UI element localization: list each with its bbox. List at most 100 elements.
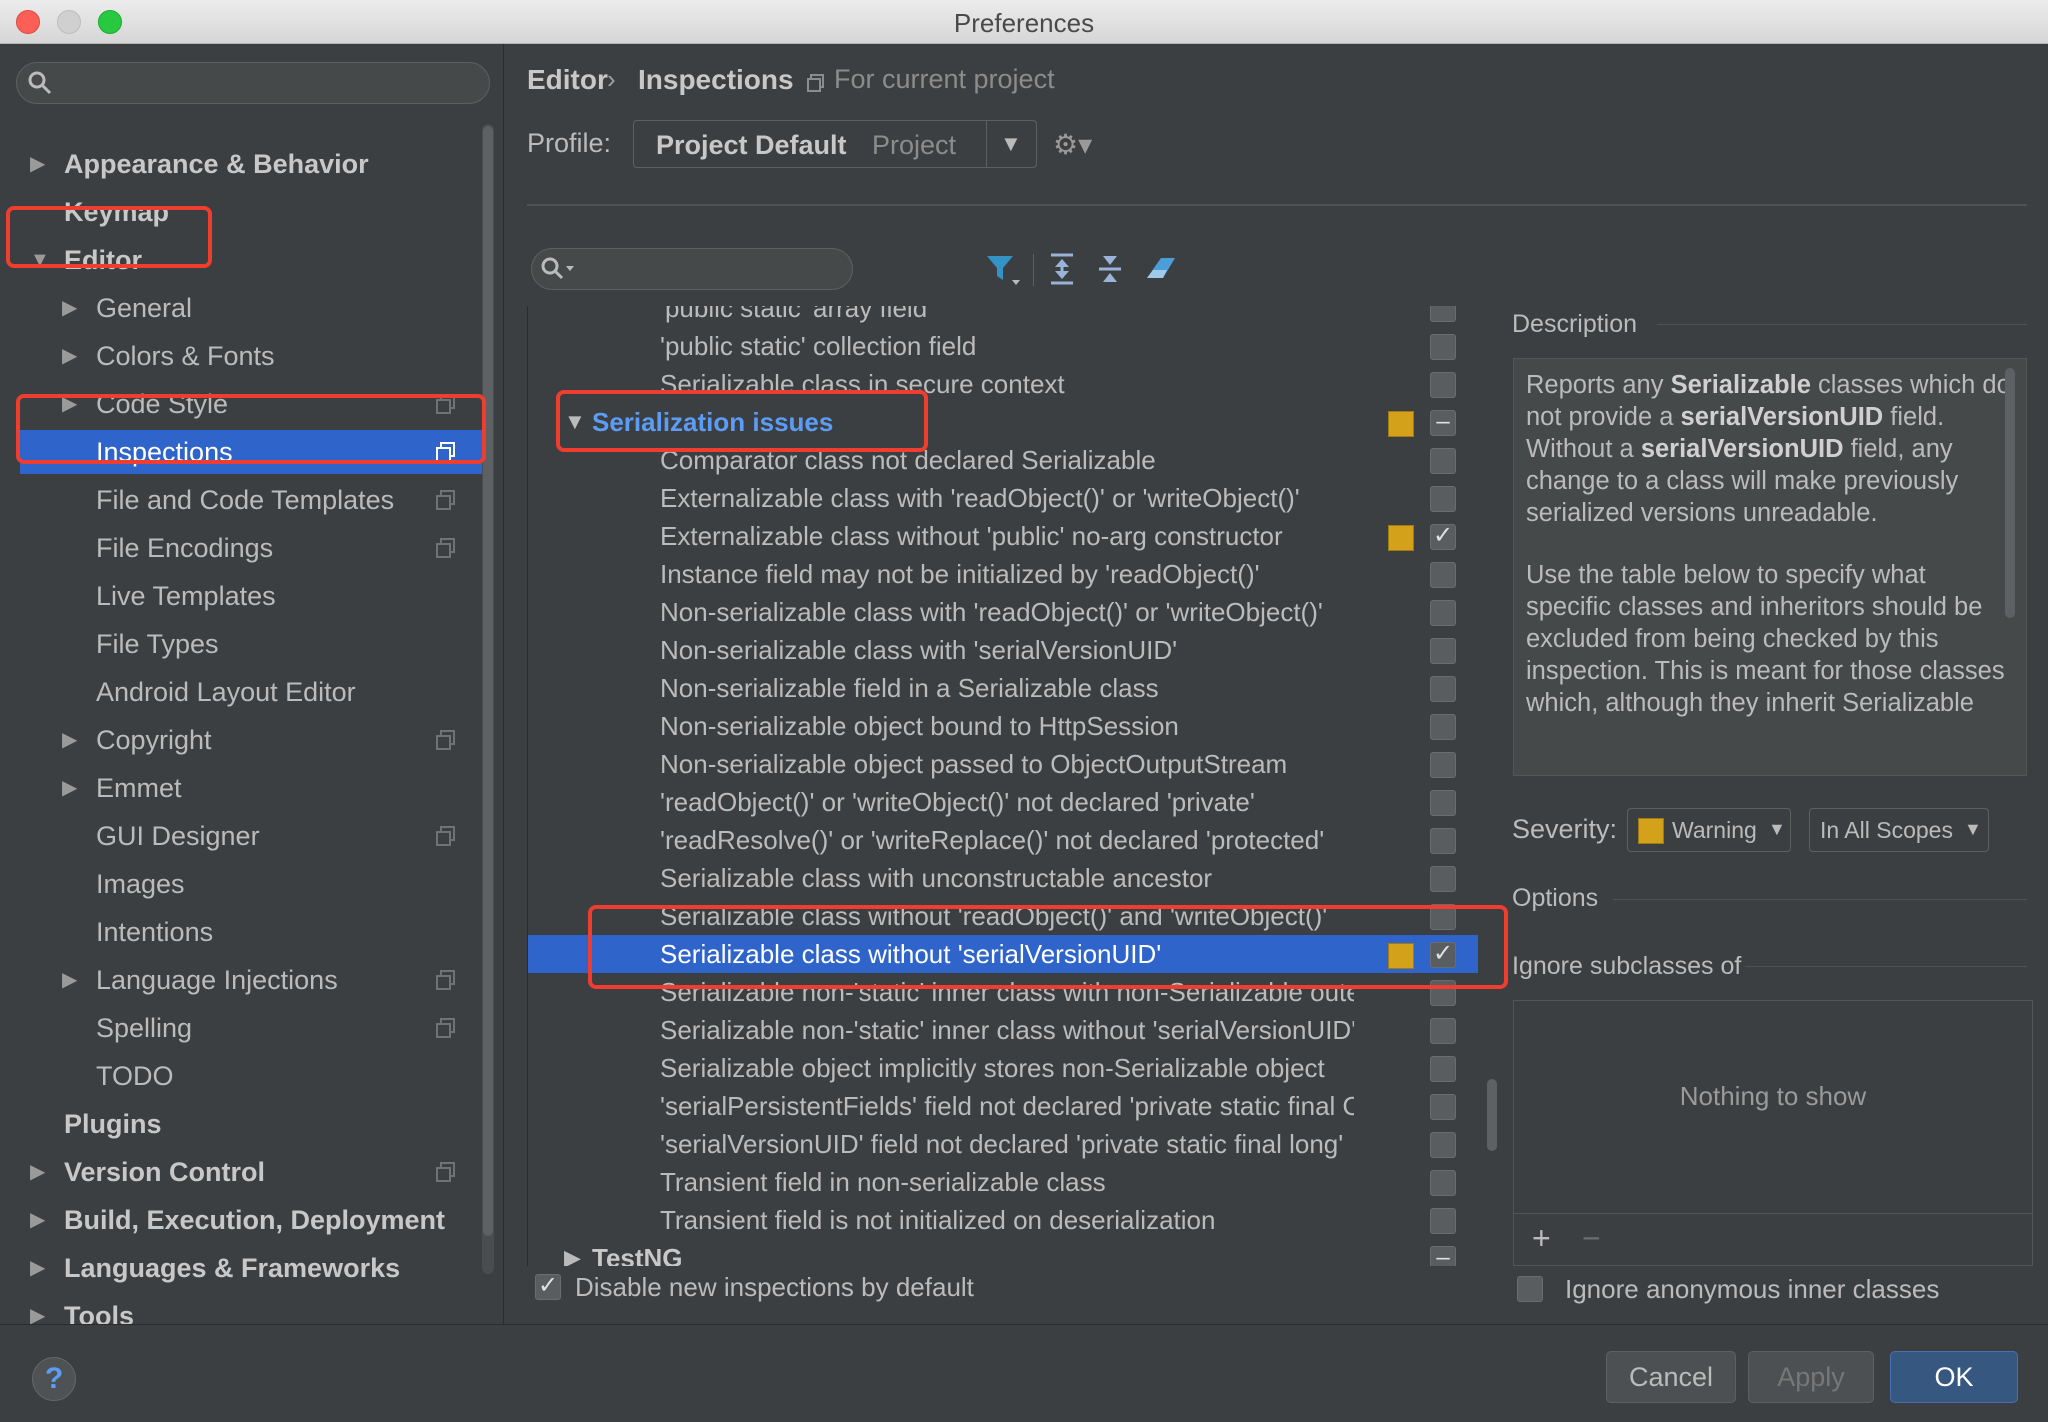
chevron-right-icon[interactable]: ▶ — [62, 718, 82, 762]
inspection-row[interactable]: Non-serializable object passed to Object… — [528, 745, 1478, 783]
sidebar-item-images[interactable]: Images — [0, 862, 470, 906]
sidebar-item-todo[interactable]: TODO — [0, 1054, 470, 1098]
sidebar-item-android-layout-editor[interactable]: Android Layout Editor — [0, 670, 470, 714]
inspection-enabled-checkbox[interactable] — [1430, 790, 1456, 816]
inspection-row[interactable]: Non-serializable object bound to HttpSes… — [528, 707, 1478, 745]
inspection-row[interactable]: 'readResolve()' or 'writeReplace()' not … — [528, 821, 1478, 859]
sidebar-item-editor[interactable]: ▼ Editor — [0, 238, 470, 282]
help-button[interactable]: ? — [32, 1357, 76, 1401]
inspection-enabled-checkbox[interactable]: – — [1430, 1246, 1456, 1266]
profile-dropdown[interactable]: Project Default Project ▼ — [633, 120, 1037, 168]
sidebar-item-colors-fonts[interactable]: ▶ Colors & Fonts — [0, 334, 470, 378]
inspection-search-input[interactable] — [531, 248, 853, 290]
inspection-enabled-checkbox[interactable] — [1430, 306, 1456, 322]
inspection-enabled-checkbox[interactable] — [1430, 1208, 1456, 1234]
inspection-row[interactable]: Externalizable class without 'public' no… — [528, 517, 1478, 555]
chevron-right-icon[interactable]: ▶ — [30, 1150, 50, 1194]
checkbox-checked[interactable]: ✓ — [535, 1274, 561, 1300]
inspection-row[interactable]: Serializable class in secure context — [528, 365, 1478, 403]
inspection-row[interactable]: 'readObject()' or 'writeObject()' not de… — [528, 783, 1478, 821]
inspection-enabled-checkbox[interactable] — [1430, 1170, 1456, 1196]
chevron-right-icon[interactable]: ▶ — [62, 334, 82, 378]
severity-dropdown[interactable]: Warning ▼ — [1627, 808, 1791, 852]
reset-eraser-icon[interactable] — [1141, 250, 1179, 288]
inspection-row[interactable]: 'public static' collection field — [528, 327, 1478, 365]
apply-button[interactable]: Apply — [1748, 1351, 1874, 1403]
sidebar-item-file-and-code-templates[interactable]: File and Code Templates — [0, 478, 470, 522]
chevron-right-icon[interactable]: ▶ — [564, 1239, 581, 1266]
settings-search-input[interactable] — [16, 62, 490, 104]
sidebar-item-file-encodings[interactable]: File Encodings — [0, 526, 470, 570]
cancel-button[interactable]: Cancel — [1606, 1351, 1736, 1403]
sidebar-item-plugins[interactable]: Plugins — [0, 1102, 470, 1146]
inspection-row[interactable]: Transient field is not initialized on de… — [528, 1201, 1478, 1239]
sidebar-item-copyright[interactable]: ▶ Copyright — [0, 718, 470, 762]
sidebar-item-inspections[interactable]: Inspections — [20, 430, 482, 474]
sidebar-item-emmet[interactable]: ▶ Emmet — [0, 766, 470, 810]
inspection-enabled-checkbox[interactable] — [1430, 334, 1456, 360]
chevron-down-icon[interactable]: ▼ — [30, 238, 50, 282]
inspection-enabled-checkbox[interactable]: ✓ — [1430, 942, 1456, 968]
inspection-row[interactable]: 'public static' array field — [528, 306, 1478, 327]
inspection-group-row[interactable]: ▶ TestNG – — [528, 1239, 1478, 1266]
inspection-enabled-checkbox[interactable] — [1430, 600, 1456, 626]
chevron-right-icon[interactable]: ▶ — [62, 382, 82, 426]
chevron-right-icon[interactable]: ▶ — [62, 766, 82, 810]
inspection-enabled-checkbox[interactable]: – — [1430, 410, 1456, 436]
inspection-row[interactable]: Non-serializable class with 'readObject(… — [528, 593, 1478, 631]
sidebar-item-spelling[interactable]: Spelling — [0, 1006, 470, 1050]
inspection-row[interactable]: Externalizable class with 'readObject()'… — [528, 479, 1478, 517]
inspection-enabled-checkbox[interactable] — [1430, 714, 1456, 740]
chevron-down-icon[interactable]: ▼ — [564, 403, 586, 441]
remove-icon[interactable]: − — [1582, 1220, 1601, 1257]
chevron-right-icon[interactable]: ▶ — [30, 1246, 50, 1290]
inspection-enabled-checkbox[interactable] — [1430, 638, 1456, 664]
inspection-row[interactable]: 'serialVersionUID' field not declared 'p… — [528, 1125, 1478, 1163]
chevron-right-icon[interactable]: ▶ — [30, 142, 50, 186]
ok-button[interactable]: OK — [1890, 1351, 2018, 1403]
inspection-group-row[interactable]: ▼ Serialization issues – — [528, 403, 1478, 441]
sidebar-item-appearance-behavior[interactable]: ▶ Appearance & Behavior — [0, 142, 470, 186]
ignore-subclasses-list[interactable]: Nothing to show + − — [1513, 1000, 2033, 1266]
sidebar-item-gui-designer[interactable]: GUI Designer — [0, 814, 470, 858]
inspection-row[interactable]: Serializable class without 'readObject()… — [528, 897, 1478, 935]
checkbox-unchecked[interactable] — [1517, 1276, 1543, 1302]
inspection-row[interactable]: Serializable non-'static' inner class wi… — [528, 973, 1478, 1011]
inspection-enabled-checkbox[interactable] — [1430, 1094, 1456, 1120]
inspection-enabled-checkbox[interactable] — [1430, 828, 1456, 854]
collapse-all-icon[interactable] — [1091, 250, 1129, 288]
sidebar-item-live-templates[interactable]: Live Templates — [0, 574, 470, 618]
description-scrollbar[interactable] — [2005, 368, 2015, 618]
inspection-row[interactable]: Non-serializable class with 'serialVersi… — [528, 631, 1478, 669]
inspection-enabled-checkbox[interactable] — [1430, 752, 1456, 778]
inspection-row[interactable]: Serializable class with unconstructable … — [528, 859, 1478, 897]
scope-dropdown[interactable]: In All Scopes ▼ — [1809, 808, 1989, 852]
inspection-enabled-checkbox[interactable] — [1430, 448, 1456, 474]
add-icon[interactable]: + — [1532, 1220, 1551, 1257]
inspection-enabled-checkbox[interactable] — [1430, 1056, 1456, 1082]
inspection-row[interactable]: Serializable object implicitly stores no… — [528, 1049, 1478, 1087]
inspection-row[interactable]: Transient field in non-serializable clas… — [528, 1163, 1478, 1201]
inspection-row[interactable]: Non-serializable field in a Serializable… — [528, 669, 1478, 707]
inspection-enabled-checkbox[interactable] — [1430, 1132, 1456, 1158]
expand-all-icon[interactable] — [1043, 250, 1081, 288]
inspections-scrollbar[interactable] — [1485, 304, 1497, 1264]
sidebar-item-build-execution-deployment[interactable]: ▶ Build, Execution, Deployment — [0, 1198, 470, 1242]
inspection-enabled-checkbox[interactable] — [1430, 486, 1456, 512]
inspection-enabled-checkbox[interactable] — [1430, 562, 1456, 588]
chevron-right-icon[interactable]: ▶ — [62, 286, 82, 330]
sidebar-item-general[interactable]: ▶ General — [0, 286, 470, 330]
sidebar-item-version-control[interactable]: ▶ Version Control — [0, 1150, 470, 1194]
sidebar-item-languages-frameworks[interactable]: ▶ Languages & Frameworks — [0, 1246, 470, 1290]
inspection-enabled-checkbox[interactable] — [1430, 866, 1456, 892]
sidebar-item-code-style[interactable]: ▶ Code Style — [0, 382, 470, 426]
sidebar-item-keymap[interactable]: Keymap — [0, 190, 470, 234]
sidebar-item-file-types[interactable]: File Types — [0, 622, 470, 666]
inspection-enabled-checkbox[interactable] — [1430, 980, 1456, 1006]
breadcrumb-editor[interactable]: Editor — [527, 64, 608, 96]
inspection-row[interactable]: Comparator class not declared Serializab… — [528, 441, 1478, 479]
chevron-right-icon[interactable]: ▶ — [62, 958, 82, 1002]
inspection-row[interactable]: Serializable non-'static' inner class wi… — [528, 1011, 1478, 1049]
gear-icon[interactable]: ⚙▾ — [1053, 128, 1092, 161]
inspection-row[interactable]: Serializable class without 'serialVersio… — [528, 935, 1478, 973]
